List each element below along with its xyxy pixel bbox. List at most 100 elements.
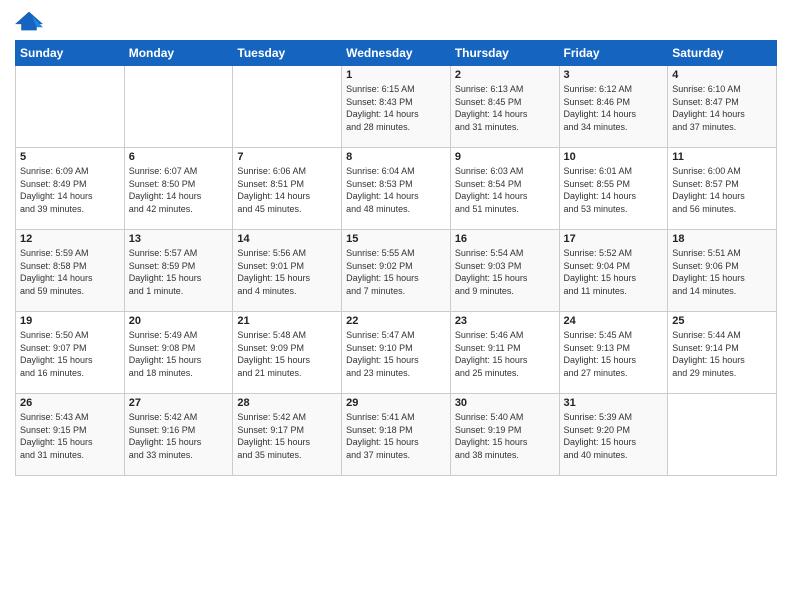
calendar-cell: 9 Sunrise: 6:03 AM Sunset: 8:54 PM Daylig… [450,148,559,230]
day-number: 17 [564,233,664,245]
day-info: Sunrise: 5:55 AM Sunset: 9:02 PM Dayligh… [346,247,446,297]
day-number: 16 [455,233,555,245]
calendar-week-row: 26 Sunrise: 5:43 AM Sunset: 9:15 PM Dayli… [16,394,777,476]
calendar-cell: 18 Sunrise: 5:51 AM Sunset: 9:06 PM Dayli… [668,230,777,312]
day-number: 29 [346,397,446,409]
weekday-header: Saturday [668,41,777,66]
day-info: Sunrise: 6:03 AM Sunset: 8:54 PM Dayligh… [455,165,555,215]
calendar-cell [668,394,777,476]
day-info: Sunrise: 5:43 AM Sunset: 9:15 PM Dayligh… [20,411,120,461]
day-number: 15 [346,233,446,245]
day-number: 4 [672,69,772,81]
calendar-cell: 1 Sunrise: 6:15 AM Sunset: 8:43 PM Daylig… [342,66,451,148]
calendar-cell: 25 Sunrise: 5:44 AM Sunset: 9:14 PM Dayli… [668,312,777,394]
day-info: Sunrise: 6:01 AM Sunset: 8:55 PM Dayligh… [564,165,664,215]
day-info: Sunrise: 5:56 AM Sunset: 9:01 PM Dayligh… [237,247,337,297]
calendar-cell: 24 Sunrise: 5:45 AM Sunset: 9:13 PM Dayli… [559,312,668,394]
day-info: Sunrise: 5:39 AM Sunset: 9:20 PM Dayligh… [564,411,664,461]
day-info: Sunrise: 6:12 AM Sunset: 8:46 PM Dayligh… [564,83,664,133]
day-number: 20 [129,315,229,327]
calendar-cell: 22Sunrise: 5:47 AM Sunset: 9:10 PM Dayli… [342,312,451,394]
day-info: Sunrise: 5:57 AM Sunset: 8:59 PM Dayligh… [129,247,229,297]
day-number: 25 [672,315,772,327]
day-info: Sunrise: 5:42 AM Sunset: 9:17 PM Dayligh… [237,411,337,461]
calendar-cell: 23 Sunrise: 5:46 AM Sunset: 9:11 PM Dayli… [450,312,559,394]
day-info: Sunrise: 5:44 AM Sunset: 9:14 PM Dayligh… [672,329,772,379]
calendar-cell: 12 Sunrise: 5:59 AM Sunset: 8:58 PM Dayli… [16,230,125,312]
logo-icon [15,10,43,32]
calendar-cell: 29 Sunrise: 5:41 AM Sunset: 9:18 PM Dayli… [342,394,451,476]
day-number: 5 [20,151,120,163]
day-info: Sunrise: 5:59 AM Sunset: 8:58 PM Dayligh… [20,247,120,297]
calendar-cell: 16Sunrise: 5:54 AM Sunset: 9:03 PM Dayli… [450,230,559,312]
calendar-cell: 26 Sunrise: 5:43 AM Sunset: 9:15 PM Dayli… [16,394,125,476]
calendar-cell: 2Sunrise: 6:13 AM Sunset: 8:45 PM Daylig… [450,66,559,148]
day-info: Sunrise: 5:42 AM Sunset: 9:16 PM Dayligh… [129,411,229,461]
calendar-cell [124,66,233,148]
calendar-cell: 8Sunrise: 6:04 AM Sunset: 8:53 PM Daylig… [342,148,451,230]
day-info: Sunrise: 6:15 AM Sunset: 8:43 PM Dayligh… [346,83,446,133]
calendar-cell: 15 Sunrise: 5:55 AM Sunset: 9:02 PM Dayli… [342,230,451,312]
day-number: 27 [129,397,229,409]
calendar-week-row: 5 Sunrise: 6:09 AM Sunset: 8:49 PM Daylig… [16,148,777,230]
day-info: Sunrise: 6:10 AM Sunset: 8:47 PM Dayligh… [672,83,772,133]
calendar-week-row: 19Sunrise: 5:50 AM Sunset: 9:07 PM Dayli… [16,312,777,394]
calendar-week-row: 1 Sunrise: 6:15 AM Sunset: 8:43 PM Daylig… [16,66,777,148]
day-info: Sunrise: 6:09 AM Sunset: 8:49 PM Dayligh… [20,165,120,215]
calendar-week-row: 12 Sunrise: 5:59 AM Sunset: 8:58 PM Dayli… [16,230,777,312]
calendar-cell [16,66,125,148]
calendar-cell: 27 Sunrise: 5:42 AM Sunset: 9:16 PM Dayli… [124,394,233,476]
weekday-header-row: SundayMondayTuesdayWednesdayThursdayFrid… [16,41,777,66]
calendar-cell [233,66,342,148]
calendar-cell: 14 Sunrise: 5:56 AM Sunset: 9:01 PM Dayli… [233,230,342,312]
logo [15,10,47,32]
day-info: Sunrise: 5:46 AM Sunset: 9:11 PM Dayligh… [455,329,555,379]
day-number: 23 [455,315,555,327]
day-info: Sunrise: 6:00 AM Sunset: 8:57 PM Dayligh… [672,165,772,215]
day-number: 31 [564,397,664,409]
day-number: 26 [20,397,120,409]
day-number: 24 [564,315,664,327]
calendar-table: SundayMondayTuesdayWednesdayThursdayFrid… [15,40,777,476]
calendar-cell: 4 Sunrise: 6:10 AM Sunset: 8:47 PM Daylig… [668,66,777,148]
weekday-header: Sunday [16,41,125,66]
calendar-cell: 19Sunrise: 5:50 AM Sunset: 9:07 PM Dayli… [16,312,125,394]
day-info: Sunrise: 6:06 AM Sunset: 8:51 PM Dayligh… [237,165,337,215]
calendar-cell: 21 Sunrise: 5:48 AM Sunset: 9:09 PM Dayli… [233,312,342,394]
day-number: 30 [455,397,555,409]
day-info: Sunrise: 6:04 AM Sunset: 8:53 PM Dayligh… [346,165,446,215]
calendar-cell: 7Sunrise: 6:06 AM Sunset: 8:51 PM Daylig… [233,148,342,230]
calendar-cell: 30 Sunrise: 5:40 AM Sunset: 9:19 PM Dayli… [450,394,559,476]
day-info: Sunrise: 5:41 AM Sunset: 9:18 PM Dayligh… [346,411,446,461]
day-number: 18 [672,233,772,245]
day-info: Sunrise: 5:52 AM Sunset: 9:04 PM Dayligh… [564,247,664,297]
weekday-header: Wednesday [342,41,451,66]
calendar-cell: 28 Sunrise: 5:42 AM Sunset: 9:17 PM Dayli… [233,394,342,476]
calendar-cell: 6Sunrise: 6:07 AM Sunset: 8:50 PM Daylig… [124,148,233,230]
day-number: 12 [20,233,120,245]
page: SundayMondayTuesdayWednesdayThursdayFrid… [0,0,792,612]
day-number: 2 [455,69,555,81]
day-info: Sunrise: 5:48 AM Sunset: 9:09 PM Dayligh… [237,329,337,379]
calendar-cell: 11 Sunrise: 6:00 AM Sunset: 8:57 PM Dayli… [668,148,777,230]
day-number: 11 [672,151,772,163]
day-number: 14 [237,233,337,245]
calendar-cell: 10Sunrise: 6:01 AM Sunset: 8:55 PM Dayli… [559,148,668,230]
calendar-cell: 13Sunrise: 5:57 AM Sunset: 8:59 PM Dayli… [124,230,233,312]
calendar-cell: 17 Sunrise: 5:52 AM Sunset: 9:04 PM Dayli… [559,230,668,312]
calendar-cell: 31 Sunrise: 5:39 AM Sunset: 9:20 PM Dayli… [559,394,668,476]
day-info: Sunrise: 5:45 AM Sunset: 9:13 PM Dayligh… [564,329,664,379]
weekday-header: Thursday [450,41,559,66]
day-info: Sunrise: 5:47 AM Sunset: 9:10 PM Dayligh… [346,329,446,379]
day-info: Sunrise: 5:40 AM Sunset: 9:19 PM Dayligh… [455,411,555,461]
day-info: Sunrise: 5:51 AM Sunset: 9:06 PM Dayligh… [672,247,772,297]
day-number: 1 [346,69,446,81]
day-number: 21 [237,315,337,327]
day-number: 28 [237,397,337,409]
day-info: Sunrise: 5:49 AM Sunset: 9:08 PM Dayligh… [129,329,229,379]
day-number: 3 [564,69,664,81]
day-number: 6 [129,151,229,163]
day-number: 19 [20,315,120,327]
day-number: 9 [455,151,555,163]
weekday-header: Monday [124,41,233,66]
